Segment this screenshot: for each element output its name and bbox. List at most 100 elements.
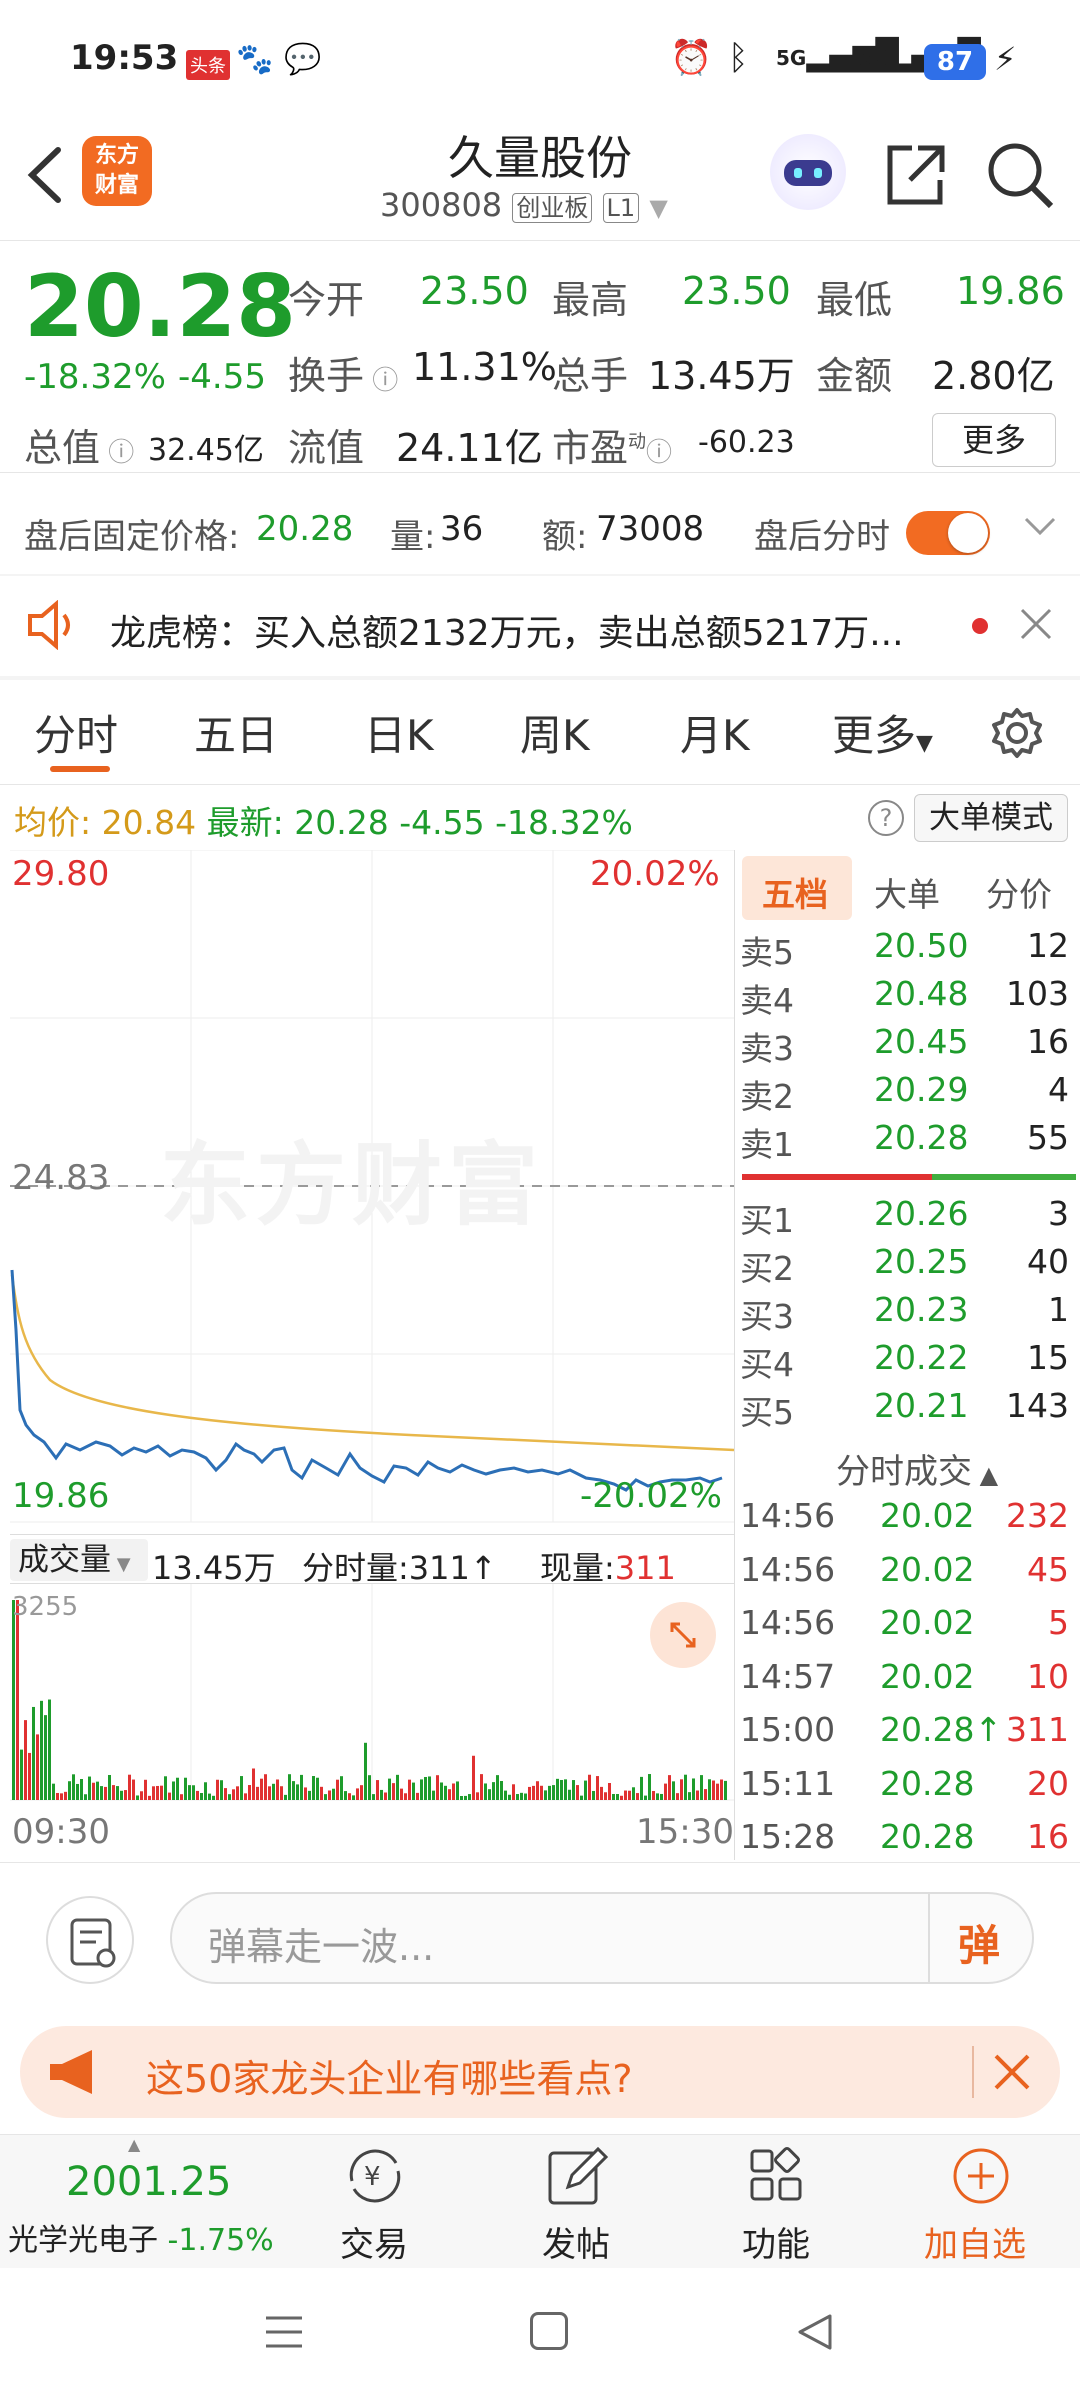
index-value[interactable]: 2001.25 [66,2159,231,2205]
index-caret-icon: ▲ [128,2135,141,2154]
promo-banner[interactable]: 这50家龙头企业有哪些看点? [20,2026,1060,2118]
tab-weekly-k[interactable]: 周K [520,702,590,763]
turnover-label[interactable]: 换手 ⓘ [288,345,398,400]
pe-value: -60.23 [698,425,795,460]
volume-bar [36,1734,39,1800]
mcap-label[interactable]: 总值 ⓘ [24,417,134,472]
bid-level: 买2 [740,1249,794,1288]
nav-add-label[interactable]: 加自选 [924,2217,1026,2266]
level-badge: L1 [602,193,640,223]
tick-price: 20.02 [880,1656,975,1696]
volume-bar [560,1779,563,1800]
volume-bar [704,1789,707,1800]
volume-indicator-select[interactable]: 成交量 ▼ [10,1539,148,1581]
bottom-nav: ▲ 2001.25 光学光电子 -1.75% ¥ 交易 发帖 功能 加自选 [0,2134,1080,2268]
tab-big-order[interactable]: 大单 [874,868,940,916]
ah-toggle[interactable] [906,511,990,555]
volume-bar [492,1782,495,1800]
post-icon[interactable] [542,2141,612,2215]
volume-bar [232,1789,235,1800]
volume-bar [212,1795,215,1800]
back-nav-icon[interactable] [792,2310,836,2358]
tab-more[interactable]: 更多▼ [832,702,933,763]
expand-icon[interactable] [650,1602,716,1668]
volume-bar [332,1788,335,1800]
volume-bar [692,1778,695,1800]
last-price: 20.28 [294,803,389,842]
volume-bar [104,1786,107,1800]
volume-bar [404,1793,407,1800]
help-icon[interactable]: ? [868,800,904,836]
add-watchlist-icon[interactable] [946,2141,1016,2215]
comment-input[interactable]: 弹幕走一波... 弹 [170,1892,1034,1984]
tab-5day[interactable]: 五日 [194,702,278,763]
volume-bar [76,1783,79,1800]
bid-row: 买2 20.25 40 [740,1242,1075,1290]
danmu-button[interactable]: 弹 [958,1912,1000,1973]
back-icon[interactable] [20,140,70,210]
volume-bar [392,1783,395,1800]
ah-price: 20.28 [256,509,354,549]
volume-bar [612,1793,615,1800]
volume-bar [356,1788,359,1800]
search-icon[interactable] [985,140,1055,214]
nav-post-label[interactable]: 发帖 [542,2217,610,2266]
tab-price-dist[interactable]: 分价 [986,868,1052,916]
volume-bar [172,1781,175,1800]
tick-time: 15:00 [740,1710,836,1749]
ask-row: 卖5 20.50 12 [740,926,1075,974]
volume-bar [228,1794,231,1800]
ai-robot-icon[interactable] [770,134,846,210]
tick-time: 15:11 [740,1763,836,1803]
panel-divider [734,850,735,1860]
volume-bar [516,1794,519,1800]
chevron-down-icon[interactable] [1020,507,1060,551]
volume-bar [600,1786,603,1800]
bid-volume: 40 [1027,1242,1069,1281]
more-button[interactable]: 更多 [932,413,1056,467]
volume-bar [424,1776,427,1800]
volume-bar [656,1793,659,1800]
volume-bar [216,1779,219,1800]
paw-icon: 🐾 [236,42,274,77]
ticks-title[interactable]: 分时成交 ▲ [836,1444,998,1493]
volume-bar [448,1789,451,1800]
volume-bar [460,1795,463,1800]
dropdown-icon[interactable]: ▼ [649,194,667,222]
notice-bar[interactable]: 龙虎榜：买入总额2132万元，卖出总额5217万... [0,576,1080,676]
function-icon[interactable] [742,2141,812,2215]
bid-level: 买3 [740,1297,794,1336]
menu-icon[interactable] [262,2310,306,2358]
banner-close-icon[interactable] [990,2050,1034,2098]
tick-price: 20.28 [880,1763,975,1803]
battery-icon: 87 [924,44,986,80]
low-value: 19.86 [956,269,1065,313]
volume-bar [368,1775,371,1800]
ask-row: 卖3 20.45 16 [740,1022,1075,1070]
home-icon[interactable] [530,2312,568,2350]
tick-volume: 10 [1027,1656,1069,1696]
volume-bar [708,1779,711,1800]
note-icon[interactable] [46,1896,134,1984]
pe-label[interactable]: 市盈动ⓘ [552,417,672,472]
tab-intraday[interactable]: 分时 [34,702,118,763]
close-icon[interactable] [1016,604,1056,648]
nav-trade-label[interactable]: 交易 [340,2217,408,2266]
intraday-chart[interactable]: 29.80 20.02% 24.83 东方财富 19.86 -20.02% 成交… [10,850,734,1860]
volume-bar [608,1783,611,1800]
nav-function-label[interactable]: 功能 [742,2217,810,2266]
volume-bar [292,1781,295,1800]
notice-text: 龙虎榜：买入总额2132万元，卖出总额5217万... [110,613,904,654]
tab-monthly-k[interactable]: 月K [680,702,750,763]
index-info[interactable]: 光学光电子 -1.75% [8,2215,274,2259]
volume-bar [12,1600,15,1800]
tab-daily-k[interactable]: 日K [364,702,434,763]
share-icon[interactable] [880,140,950,214]
big-order-mode-button[interactable]: 大单模式 [914,794,1068,842]
board-badge: 创业板 [512,193,593,223]
volume-bar [556,1778,559,1800]
volume-bar [588,1774,591,1800]
volume-bar [32,1706,35,1800]
settings-icon[interactable] [990,706,1044,764]
trade-icon[interactable]: ¥ [340,2141,410,2215]
